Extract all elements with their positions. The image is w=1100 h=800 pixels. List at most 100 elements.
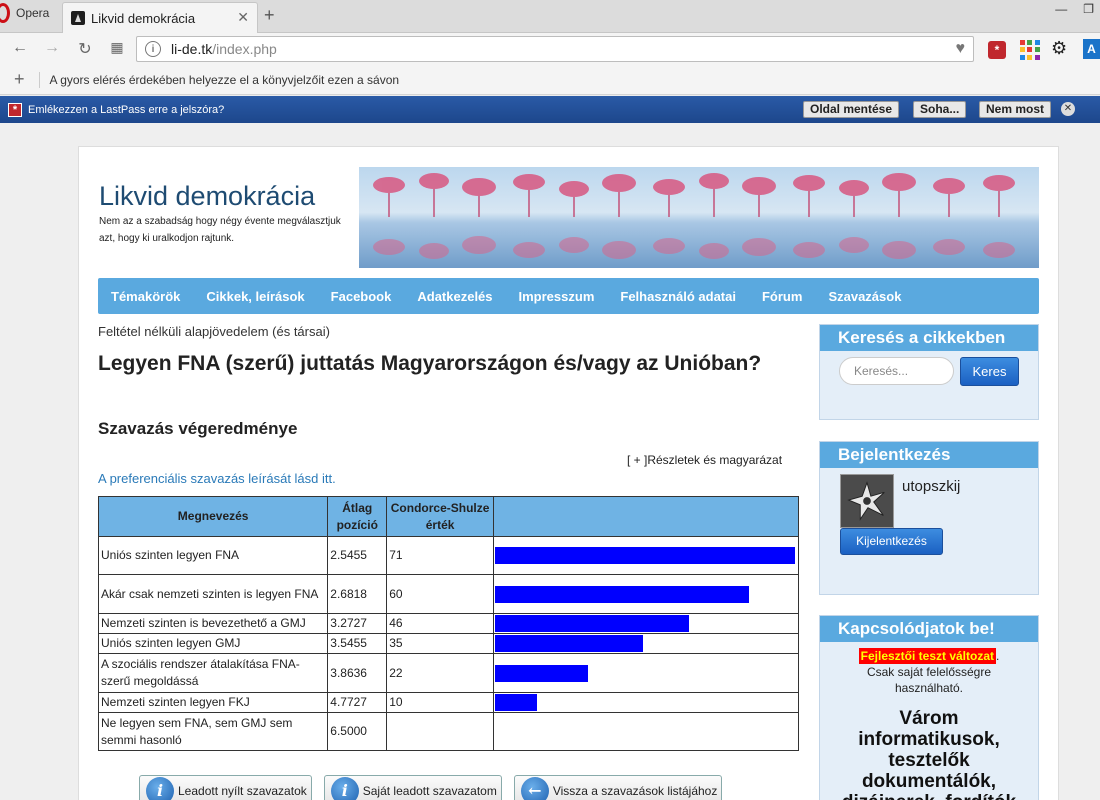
condorcet-score bbox=[386, 712, 494, 751]
header-avg-position: Átlag pozíció bbox=[327, 496, 388, 537]
score-bar-cell bbox=[492, 536, 800, 575]
url-path: /index.php bbox=[212, 41, 277, 57]
lastpass-prompt: Emlékezzen a LastPass erre a jelszóra? bbox=[28, 103, 225, 116]
condorcet-score: 35 bbox=[386, 633, 494, 654]
score-bar-cell bbox=[492, 574, 800, 614]
main-menu: Témakörök Cikkek, leírások Facebook Adat… bbox=[98, 278, 1039, 314]
option-name: A szociális rendszer átalakítása FNA-sze… bbox=[97, 653, 329, 693]
menu-item-temakorok[interactable]: Témakörök bbox=[111, 289, 180, 304]
score-bar bbox=[494, 664, 588, 682]
score-bar bbox=[494, 585, 749, 603]
apps-extension-icon[interactable] bbox=[1020, 40, 1040, 60]
back-arrow-icon: ← bbox=[520, 777, 549, 800]
dev-version-note: Csak saját felelősségre használható. bbox=[866, 665, 992, 695]
header-bar bbox=[492, 496, 800, 537]
back-to-votes-button[interactable]: ← Vissza a szavazások listájához bbox=[513, 775, 723, 800]
menu-item-impresszum[interactable]: Impresszum bbox=[519, 289, 595, 304]
lastpass-close-icon[interactable]: ✕ bbox=[1061, 102, 1075, 116]
result-heading: Szavazás végeredménye bbox=[98, 419, 298, 438]
forward-icon[interactable]: → bbox=[42, 39, 62, 57]
settings-gear-icon[interactable]: ⚙ bbox=[1051, 38, 1067, 59]
score-bar bbox=[494, 615, 690, 632]
condorcet-score: 10 bbox=[386, 692, 494, 713]
avg-position: 3.5455 bbox=[327, 633, 388, 654]
back-icon[interactable]: ← bbox=[10, 39, 30, 57]
score-bar-cell bbox=[492, 692, 800, 713]
lastpass-not-now-button[interactable]: Nem most bbox=[979, 101, 1052, 118]
condorcet-score: 46 bbox=[386, 613, 494, 634]
table-row: Ne legyen sem FNA, sem GMJ sem semmi has… bbox=[97, 712, 800, 751]
window-controls: — ❐ bbox=[1055, 2, 1094, 16]
option-name: Akár csak nemzeti szinten is legyen FNA bbox=[97, 574, 329, 614]
menu-item-adatkezeles[interactable]: Adatkezelés bbox=[417, 289, 492, 304]
lastpass-icon: * bbox=[8, 102, 22, 117]
condorcet-score: 71 bbox=[386, 536, 494, 575]
search-box: Keresés a cikkekben Keresés... Keres bbox=[819, 324, 1039, 420]
speed-dial-icon[interactable]: ▦ bbox=[107, 39, 127, 56]
page-title: Legyen FNA (szerű) juttatás Magyarország… bbox=[98, 352, 762, 375]
reload-icon[interactable]: ↻ bbox=[75, 39, 95, 59]
minimize-icon[interactable]: — bbox=[1055, 2, 1067, 16]
new-tab-icon[interactable]: + bbox=[264, 5, 275, 26]
table-row: Akár csak nemzeti szinten is legyen FNA 2… bbox=[97, 574, 800, 614]
option-name: Nemzeti szinten legyen FKJ bbox=[97, 692, 329, 713]
score-bar-cell bbox=[492, 633, 800, 654]
address-bar[interactable]: i li-de.tk/index.php ♥ bbox=[136, 36, 974, 62]
lastpass-extension-icon[interactable]: * bbox=[988, 41, 1006, 59]
search-input[interactable]: Keresés... bbox=[839, 357, 954, 385]
logout-button[interactable]: Kijelentkezés bbox=[840, 528, 943, 555]
tab-title: Likvid demokrácia bbox=[91, 10, 196, 26]
my-votes-button[interactable]: i Saját leadott szavazatom bbox=[323, 775, 502, 800]
open-votes-button[interactable]: i Leadott nyílt szavazatok bbox=[139, 775, 312, 800]
info-icon: i bbox=[146, 777, 174, 800]
search-button[interactable]: Keres bbox=[960, 357, 1019, 386]
my-votes-label: Saját leadott szavazatom bbox=[362, 784, 497, 798]
site-title[interactable]: Likvid demokrácia bbox=[99, 181, 315, 212]
avg-position: 4.7727 bbox=[327, 692, 388, 713]
menu-item-forum[interactable]: Fórum bbox=[762, 289, 802, 304]
tab-close-icon[interactable]: ✕ bbox=[237, 9, 249, 26]
site-subtitle: Nem az a szabadság hogy négy évente megv… bbox=[99, 216, 341, 244]
navigation-bar: ← → ↻ ▦ i li-de.tk/index.php ♥ * ⚙ A bbox=[0, 33, 1100, 65]
opera-menu-button[interactable]: Opera bbox=[0, 2, 60, 24]
opera-label: Opera bbox=[16, 6, 50, 20]
option-name: Uniós szinten legyen FNA bbox=[97, 536, 329, 575]
table-row: Uniós szinten legyen FNA 2.5455 71 bbox=[97, 536, 800, 575]
condorcet-score: 60 bbox=[386, 574, 494, 614]
breadcrumb[interactable]: Feltétel nélküli alapjövedelem (és társa… bbox=[98, 324, 330, 339]
opera-logo-icon bbox=[0, 3, 10, 23]
score-bar bbox=[494, 547, 795, 564]
table-row: Nemzeti szinten is bevezethető a GMJ 3.27… bbox=[97, 613, 800, 634]
results-table: Megnevezés Átlag pozíció Condorce-Shulze… bbox=[97, 496, 800, 751]
details-toggle-link[interactable]: [ + ]Részletek és magyarázat bbox=[627, 453, 782, 467]
site-info-icon[interactable]: i bbox=[145, 41, 161, 57]
menu-item-cikkek[interactable]: Cikkek, leírások bbox=[206, 289, 304, 304]
preferential-voting-link[interactable]: A preferenciális szavazás leírását lásd … bbox=[98, 471, 336, 486]
open-votes-label: Leadott nyílt szavazatok bbox=[178, 784, 307, 798]
bookmark-heart-icon[interactable]: ♥ bbox=[956, 40, 966, 58]
avg-position: 2.6818 bbox=[327, 574, 388, 614]
avg-position: 2.5455 bbox=[327, 536, 388, 575]
site-favicon-icon bbox=[71, 11, 85, 25]
score-bar-cell bbox=[492, 613, 800, 634]
bookmarks-divider bbox=[38, 71, 40, 88]
translate-extension-icon[interactable]: A bbox=[1083, 39, 1100, 59]
lastpass-never-button[interactable]: Soha... bbox=[913, 101, 967, 118]
add-bookmark-icon[interactable]: + bbox=[14, 69, 25, 90]
site-page: Likvid demokrácia Nem az a szabadság hog… bbox=[78, 146, 1059, 800]
bookmarks-bar: + A gyors elérés érdekében helyezze el a… bbox=[0, 65, 1100, 95]
score-bar bbox=[494, 694, 538, 711]
avg-position: 3.8636 bbox=[327, 653, 388, 693]
avg-position: 3.2727 bbox=[327, 613, 388, 634]
back-to-votes-label: Vissza a szavazások listájához bbox=[552, 784, 718, 798]
tab-bar: Opera Likvid demokrácia ✕ + — ❐ bbox=[0, 0, 1100, 33]
results-body: Uniós szinten legyen FNA 2.5455 71 Akár csa… bbox=[97, 536, 800, 751]
menu-item-facebook[interactable]: Facebook bbox=[331, 289, 392, 304]
avg-position: 6.5000 bbox=[327, 712, 388, 751]
tab-active[interactable]: Likvid demokrácia ✕ bbox=[62, 2, 258, 33]
menu-item-felhasznalo-adatai[interactable]: Felhasználó adatai bbox=[620, 289, 736, 304]
restore-icon[interactable]: ❐ bbox=[1083, 2, 1094, 16]
lastpass-save-button[interactable]: Oldal mentése bbox=[803, 101, 900, 118]
menu-item-szavazasok[interactable]: Szavazások bbox=[828, 289, 901, 304]
login-box: Bejelentkezés utopszkij Kijelentkezés bbox=[819, 441, 1039, 595]
